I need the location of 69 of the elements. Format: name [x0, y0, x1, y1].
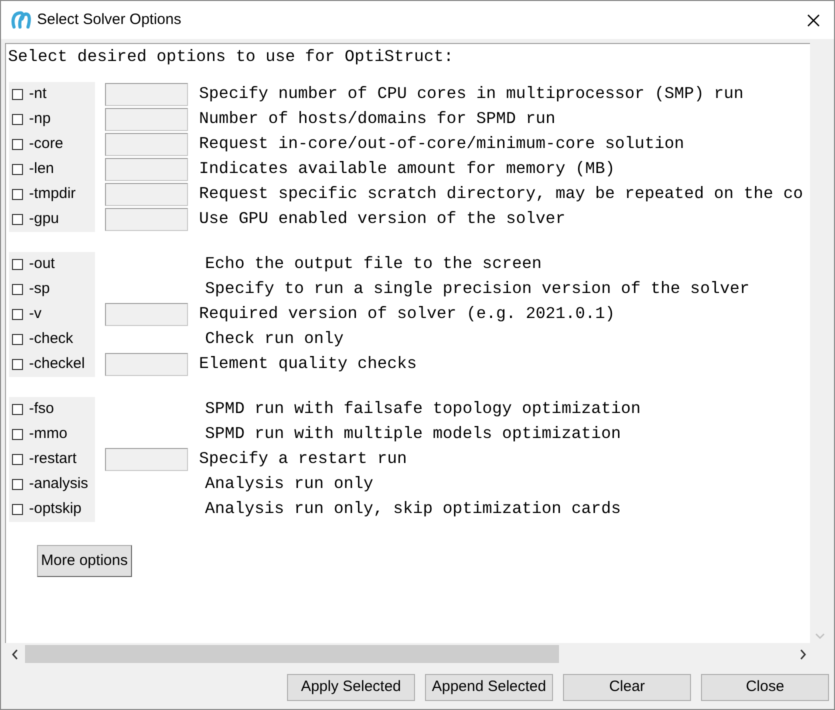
value-field[interactable]: [105, 83, 188, 106]
option-description: Specify a restart run: [199, 448, 407, 470]
option-description: Analysis run only: [205, 473, 374, 496]
checkbox[interactable]: [12, 429, 23, 440]
option-description: Request in-core/out-of-core/minimum-core solution: [199, 133, 684, 156]
value-field[interactable]: [105, 208, 188, 231]
option-description: Number of hosts/domains for SPMD run: [199, 108, 556, 130]
option-label: -core: [29, 134, 64, 154]
checkbox[interactable]: [12, 359, 23, 370]
value-field[interactable]: [105, 133, 188, 156]
more-options-button[interactable]: More options: [37, 545, 132, 577]
checkbox[interactable]: [12, 404, 23, 415]
scrollbar-thumb[interactable]: [25, 645, 559, 663]
option-description: Indicates available amount for memory (MB): [199, 158, 615, 180]
checkbox[interactable]: [12, 504, 23, 515]
option-description: SPMD run with multiple models optimization: [205, 423, 621, 446]
dialog-button[interactable]: Append Selected: [425, 674, 553, 701]
option-label: -analysis: [29, 474, 88, 494]
value-field[interactable]: [105, 158, 188, 181]
value-field[interactable]: [105, 303, 188, 326]
option-label: -v: [29, 304, 42, 324]
checkbox[interactable]: [12, 139, 23, 150]
option-description: Request specific scratch directory, may be repeated on the co: [199, 183, 803, 206]
panel-heading: Select desired options to use for OptiStruct:: [7, 46, 455, 68]
option-description: Specify to run a single precision version of the solver: [205, 278, 750, 300]
value-field[interactable]: [105, 353, 188, 376]
option-label: -tmpdir: [29, 184, 76, 204]
checkbox[interactable]: [12, 334, 23, 345]
window-title: Select Solver Options: [37, 10, 182, 30]
option-label: -sp: [29, 279, 50, 300]
checkbox[interactable]: [12, 114, 23, 125]
dialog-button[interactable]: Close: [701, 674, 829, 701]
value-field[interactable]: [105, 183, 188, 206]
dialog-button[interactable]: Apply Selected: [287, 674, 415, 701]
option-description: Required version of solver (e.g. 2021.0.1): [199, 303, 615, 326]
value-field[interactable]: [105, 108, 188, 131]
option-label: -out: [29, 254, 55, 274]
checkbox[interactable]: [12, 214, 23, 225]
close-icon[interactable]: [807, 14, 820, 26]
checkbox[interactable]: [12, 454, 23, 465]
option-label: -optskip: [29, 499, 82, 520]
checkbox[interactable]: [12, 89, 23, 100]
scroll-left-icon[interactable]: [11, 648, 19, 660]
option-description: Check run only: [205, 328, 344, 350]
app-logo-icon: [11, 11, 31, 29]
checkbox[interactable]: [12, 284, 23, 295]
option-description: Analysis run only, skip optimization cards: [205, 498, 621, 520]
option-label: -np: [29, 109, 51, 130]
option-description: Specify number of CPU cores in multiprocessor (SMP) run: [199, 83, 744, 106]
checkbox[interactable]: [12, 189, 23, 200]
scroll-right-icon[interactable]: [799, 648, 807, 660]
option-description: Echo the output file to the screen: [205, 253, 542, 276]
checkbox[interactable]: [12, 259, 23, 270]
option-description: Element quality checks: [199, 353, 417, 376]
option-label: -gpu: [29, 209, 60, 230]
option-label: -mmo: [29, 424, 68, 444]
dialog-button[interactable]: Clear: [563, 674, 691, 701]
option-label: -restart: [29, 449, 77, 470]
option-description: SPMD run with failsafe topology optimization: [205, 398, 641, 420]
checkbox[interactable]: [12, 164, 23, 175]
value-field[interactable]: [105, 448, 188, 471]
option-description: Use GPU enabled version of the solver: [199, 208, 566, 230]
option-label: -fso: [29, 399, 54, 420]
checkbox[interactable]: [12, 479, 23, 490]
checkbox[interactable]: [12, 309, 23, 320]
option-label: -checkel: [29, 354, 85, 374]
option-label: -check: [29, 329, 74, 350]
option-label: -nt: [29, 84, 47, 104]
option-label: -len: [29, 159, 54, 180]
